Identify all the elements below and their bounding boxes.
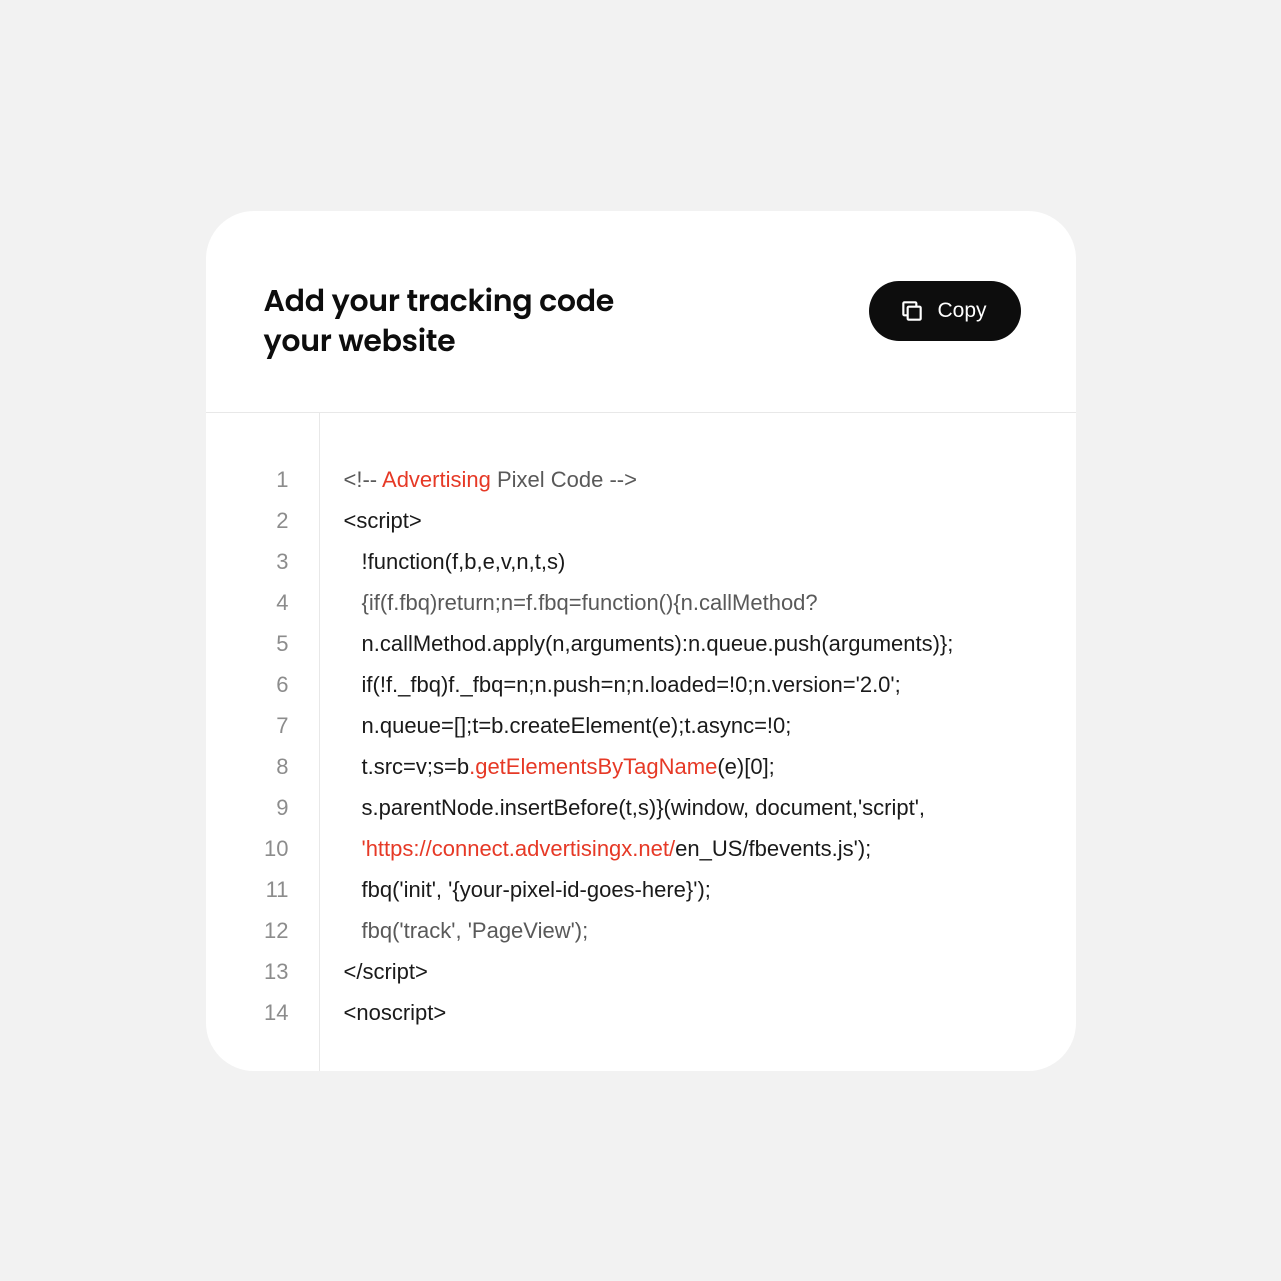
code-segment: !function(f,b,e,v,n,t,s) [362, 549, 566, 574]
code-segment: </script> [344, 959, 428, 984]
code-line: fbq('track', 'PageView'); [344, 910, 1076, 951]
code-line: !function(f,b,e,v,n,t,s) [344, 541, 1076, 582]
line-number: 14 [264, 992, 288, 1033]
code-line: t.src=v;s=b.getElementsByTagName(e)[0]; [344, 746, 1076, 787]
code-segment: (e)[0]; [717, 754, 774, 779]
code-line: if(!f._fbq)f._fbq=n;n.push=n;n.loaded=!0… [344, 664, 1076, 705]
code-line: <!-- Advertising Pixel Code --> [344, 459, 1076, 500]
code-line: {if(f.fbq)return;n=f.fbq=function(){n.ca… [344, 582, 1076, 623]
code-segment: Advertising [382, 467, 491, 492]
card-title: Add your tracking code your website [264, 281, 614, 362]
code-segment: fbq('track', 'PageView'); [362, 918, 589, 943]
code-segment: n.queue=[];t=b.createElement(e);t.async=… [362, 713, 792, 738]
line-number-gutter: 1234567891011121314 [206, 413, 320, 1071]
code-segment: n.callMethod.apply(n,arguments):n.queue.… [362, 631, 954, 656]
card-header: Add your tracking code your website Copy [206, 211, 1076, 413]
code-content[interactable]: <!-- Advertising Pixel Code --> <script>!… [320, 413, 1076, 1071]
copy-button[interactable]: Copy [869, 281, 1020, 341]
title-line-1: Add your tracking code [264, 279, 614, 322]
copy-button-label: Copy [937, 299, 986, 323]
code-line: n.callMethod.apply(n,arguments):n.queue.… [344, 623, 1076, 664]
code-area: 1234567891011121314 <!-- Advertising Pix… [206, 413, 1076, 1071]
line-number: 5 [276, 623, 288, 664]
line-number: 12 [264, 910, 288, 951]
line-number: 7 [276, 705, 288, 746]
code-line: <script> [344, 500, 1076, 541]
code-line: 'https://connect.advertisingx.net/en_US/… [344, 828, 1076, 869]
code-line: <noscript> [344, 992, 1076, 1033]
line-number: 9 [276, 787, 288, 828]
code-line: fbq('init', '{your-pixel-id-goes-here}')… [344, 869, 1076, 910]
copy-icon [899, 298, 925, 324]
line-number: 2 [276, 500, 288, 541]
code-segment: s.parentNode.insertBefore(t,s)}(window, … [362, 795, 926, 820]
code-segment: <noscript> [344, 1000, 447, 1025]
line-number: 10 [264, 828, 288, 869]
code-segment: if(!f._fbq)f._fbq=n;n.push=n;n.loaded=!0… [362, 672, 901, 697]
code-segment: .getElementsByTagName [469, 754, 717, 779]
line-number: 6 [276, 664, 288, 705]
code-line: s.parentNode.insertBefore(t,s)}(window, … [344, 787, 1076, 828]
code-line: </script> [344, 951, 1076, 992]
code-segment: <!-- [344, 467, 383, 492]
code-segment: 'https://connect.advertisingx.net/ [362, 836, 676, 861]
line-number: 11 [266, 869, 289, 910]
line-number: 4 [276, 582, 288, 623]
code-segment: t.src=v;s=b [362, 754, 470, 779]
tracking-code-card: Add your tracking code your website Copy… [206, 211, 1076, 1071]
code-line: n.queue=[];t=b.createElement(e);t.async=… [344, 705, 1076, 746]
line-number: 8 [276, 746, 288, 787]
title-line-2: your website [264, 319, 456, 362]
code-segment: {if(f.fbq)return;n=f.fbq=function(){n.ca… [362, 590, 818, 615]
line-number: 1 [276, 459, 288, 500]
line-number: 3 [276, 541, 288, 582]
code-segment: <script> [344, 508, 422, 533]
code-segment: Pixel Code --> [491, 467, 637, 492]
code-segment: en_US/fbevents.js'); [675, 836, 871, 861]
code-segment: fbq('init', '{your-pixel-id-goes-here}')… [362, 877, 711, 902]
line-number: 13 [264, 951, 288, 992]
